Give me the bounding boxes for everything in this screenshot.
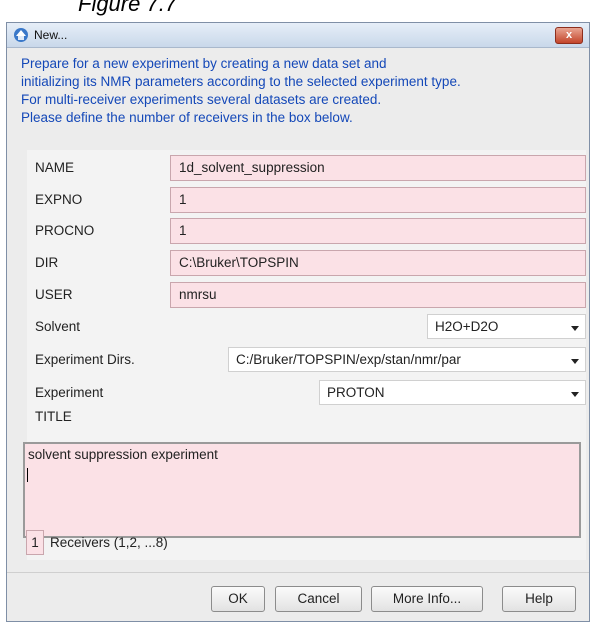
solvent-value: H2O+D2O bbox=[435, 319, 499, 334]
receivers-count-field[interactable]: 1 bbox=[26, 530, 44, 555]
procno-row: PROCNO 1 bbox=[27, 218, 586, 244]
expno-field[interactable]: 1 bbox=[170, 187, 586, 213]
title-bar: New... x bbox=[7, 23, 589, 48]
dir-field[interactable]: C:\Bruker\TOPSPIN bbox=[170, 250, 586, 276]
text-caret bbox=[27, 468, 28, 482]
app-icon bbox=[13, 27, 29, 43]
name-label: NAME bbox=[35, 160, 75, 175]
experiment-dirs-label: Experiment Dirs. bbox=[35, 352, 135, 367]
window-title: New... bbox=[34, 28, 68, 42]
close-icon: x bbox=[565, 29, 573, 41]
title-text: solvent suppression experiment bbox=[28, 447, 218, 462]
procno-label: PROCNO bbox=[35, 223, 95, 238]
receivers-label: Receivers (1,2, ...8) bbox=[50, 535, 168, 550]
experiment-label: Experiment bbox=[35, 385, 104, 400]
dir-label: DIR bbox=[35, 255, 59, 270]
solvent-label: Solvent bbox=[35, 319, 81, 334]
name-row: NAME 1d_solvent_suppression bbox=[27, 155, 586, 181]
expno-label: EXPNO bbox=[35, 192, 83, 207]
description-text: Prepare for a new experiment by creating… bbox=[21, 55, 590, 127]
experiment-dirs-value: C:/Bruker/TOPSPIN/exp/stan/nmr/par bbox=[236, 352, 461, 367]
close-button[interactable]: x bbox=[555, 27, 583, 44]
name-field[interactable]: 1d_solvent_suppression bbox=[170, 155, 586, 181]
help-button[interactable]: Help bbox=[502, 586, 576, 612]
new-dialog: New... x Prepare for a new experiment by… bbox=[6, 22, 590, 622]
more-info-button[interactable]: More Info... bbox=[371, 586, 483, 612]
figure-caption-text: Figure 7.7 bbox=[78, 0, 178, 16]
procno-field[interactable]: 1 bbox=[170, 218, 586, 244]
chevron-down-icon bbox=[569, 387, 581, 399]
experiment-select[interactable]: PROTON bbox=[319, 380, 586, 405]
description-line: For multi-receiver experiments several d… bbox=[21, 92, 382, 107]
user-field[interactable]: nmrsu bbox=[170, 282, 586, 308]
chevron-down-icon bbox=[569, 354, 581, 366]
button-separator bbox=[7, 572, 589, 573]
experiment-dirs-select[interactable]: C:/Bruker/TOPSPIN/exp/stan/nmr/par bbox=[228, 347, 586, 372]
description-line: Prepare for a new experiment by creating… bbox=[21, 56, 387, 71]
title-label: TITLE bbox=[35, 409, 72, 424]
chevron-down-icon bbox=[569, 321, 581, 333]
description-line: Please define the number of receivers in… bbox=[21, 110, 353, 125]
experiment-value: PROTON bbox=[327, 385, 385, 400]
cancel-button[interactable]: Cancel bbox=[275, 586, 362, 612]
user-row: USER nmrsu bbox=[27, 282, 586, 308]
dir-row: DIR C:\Bruker\TOPSPIN bbox=[27, 250, 586, 276]
ok-button[interactable]: OK bbox=[211, 586, 265, 612]
solvent-select[interactable]: H2O+D2O bbox=[427, 314, 586, 339]
expno-row: EXPNO 1 bbox=[27, 187, 586, 213]
user-label: USER bbox=[35, 287, 73, 302]
description-line: initializing its NMR parameters accordin… bbox=[21, 74, 461, 89]
title-textarea[interactable]: solvent suppression experiment bbox=[23, 442, 581, 538]
